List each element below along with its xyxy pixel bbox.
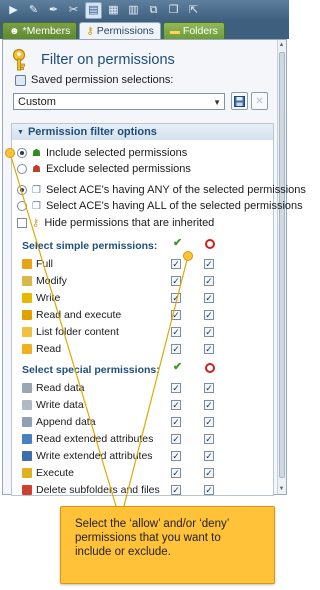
tooltip-text: Select the ‘allow’ and/or ‘deny’ permiss… [75, 518, 229, 558]
callout-lines [5, 148, 193, 507]
help-tooltip: Select the ‘allow’ and/or ‘deny’ permiss… [60, 506, 275, 584]
